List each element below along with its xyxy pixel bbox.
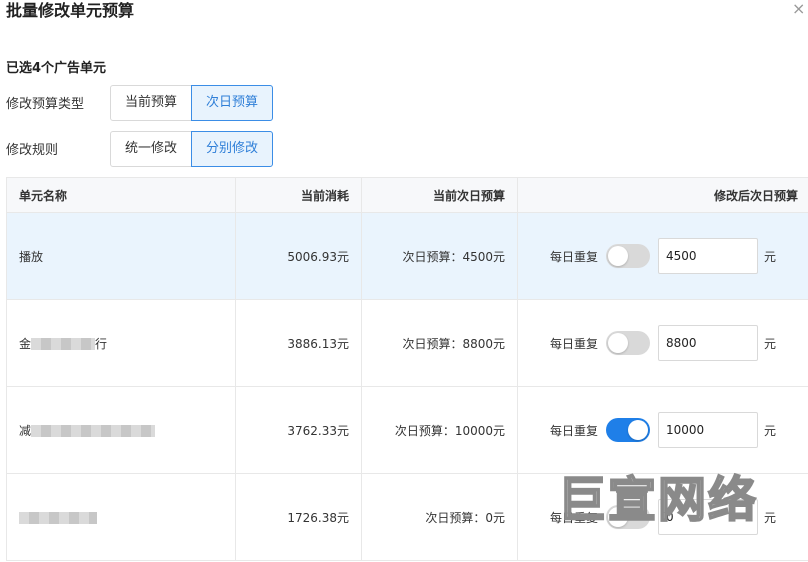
col-header-current-cost: 当前消耗 [235, 177, 362, 213]
new-budget-cell: 每日重复 元 [517, 212, 808, 300]
current-cost-cell: 5006.93元 [235, 212, 362, 300]
unit-label: 元 [764, 249, 777, 264]
rule-selector: 统一修改 分别修改 [110, 131, 274, 167]
toggle-knob [608, 246, 629, 266]
daily-repeat-label: 每日重复 [550, 249, 599, 264]
col-header-unit-name: 单元名称 [6, 177, 236, 213]
unit-name-cell: 减 [6, 386, 236, 474]
budget-input[interactable] [658, 325, 759, 361]
new-budget-cell: 每日重复 元 [517, 386, 808, 474]
new-budget-cell: 每日重复 元 [517, 473, 808, 561]
daily-repeat-toggle[interactable] [606, 418, 651, 442]
dialog-title: 批量修改单元预算 [6, 1, 135, 20]
unit-name: 播放 [19, 249, 44, 264]
daily-repeat-toggle[interactable] [606, 331, 651, 355]
daily-repeat-label: 每日重复 [550, 510, 599, 525]
budget-type-label: 修改预算类型 [6, 97, 85, 112]
current-next-budget-cell: 次日预算：10000元 [361, 386, 518, 474]
table-row: 播放 5006.93元 次日预算：4500元 每日重复 元 [6, 212, 808, 300]
unit-name-cell: 播放 [6, 212, 236, 300]
rule-separate-option[interactable]: 分别修改 [191, 131, 274, 167]
budget-type-selector: 当前预算 次日预算 [110, 85, 274, 121]
new-budget-cell: 每日重复 元 [517, 299, 808, 387]
current-next-budget-cell: 次日预算：8800元 [361, 299, 518, 387]
budget-input[interactable] [658, 412, 759, 448]
unit-label: 元 [764, 510, 777, 525]
redacted-text [31, 425, 156, 437]
table-row: 减 3762.33元 次日预算：10000元 每日重复 元 [6, 386, 808, 474]
budget-input[interactable] [658, 238, 759, 274]
toggle-knob [608, 333, 629, 353]
current-cost-cell: 1726.38元 [235, 473, 362, 561]
unit-name: 金 [19, 336, 32, 351]
current-cost-cell: 3762.33元 [235, 386, 362, 474]
daily-repeat-toggle[interactable] [606, 505, 651, 529]
selected-count: 已选4个广告单元 [6, 61, 107, 76]
close-icon[interactable]: × [792, 0, 808, 18]
unit-label: 元 [764, 336, 777, 351]
rule-unified-option[interactable]: 统一修改 [110, 131, 193, 167]
unit-name-cell [6, 473, 236, 561]
daily-repeat-label: 每日重复 [550, 423, 599, 438]
current-next-budget-cell: 次日预算：4500元 [361, 212, 518, 300]
toggle-knob [628, 420, 649, 440]
col-header-current-next-budget: 当前次日预算 [361, 177, 518, 213]
table-row: 1726.38元 次日预算：0元 每日重复 元 [6, 473, 808, 561]
budget-table: 单元名称 当前消耗 当前次日预算 修改后次日预算 播放 5006.93元 次日预… [6, 177, 808, 561]
daily-repeat-toggle[interactable] [606, 244, 651, 268]
current-cost-cell: 3886.13元 [235, 299, 362, 387]
unit-name: 减 [19, 423, 32, 438]
budget-type-current-option[interactable]: 当前预算 [110, 85, 193, 121]
unit-name-suffix: 行 [95, 336, 108, 351]
table-row: 金行 3886.13元 次日预算：8800元 每日重复 元 [6, 299, 808, 387]
redacted-text [31, 338, 96, 350]
rule-label: 修改规则 [6, 143, 59, 158]
col-header-new-next-budget: 修改后次日预算 [517, 177, 808, 213]
unit-name-cell: 金行 [6, 299, 236, 387]
budget-type-next-day-option[interactable]: 次日预算 [191, 85, 274, 121]
toggle-knob [608, 507, 629, 527]
table-header-row: 单元名称 当前消耗 当前次日预算 修改后次日预算 [6, 177, 808, 213]
unit-label: 元 [764, 423, 777, 438]
current-next-budget-cell: 次日预算：0元 [361, 473, 518, 561]
redacted-text [19, 511, 97, 524]
daily-repeat-label: 每日重复 [550, 336, 599, 351]
budget-input[interactable] [658, 499, 759, 535]
